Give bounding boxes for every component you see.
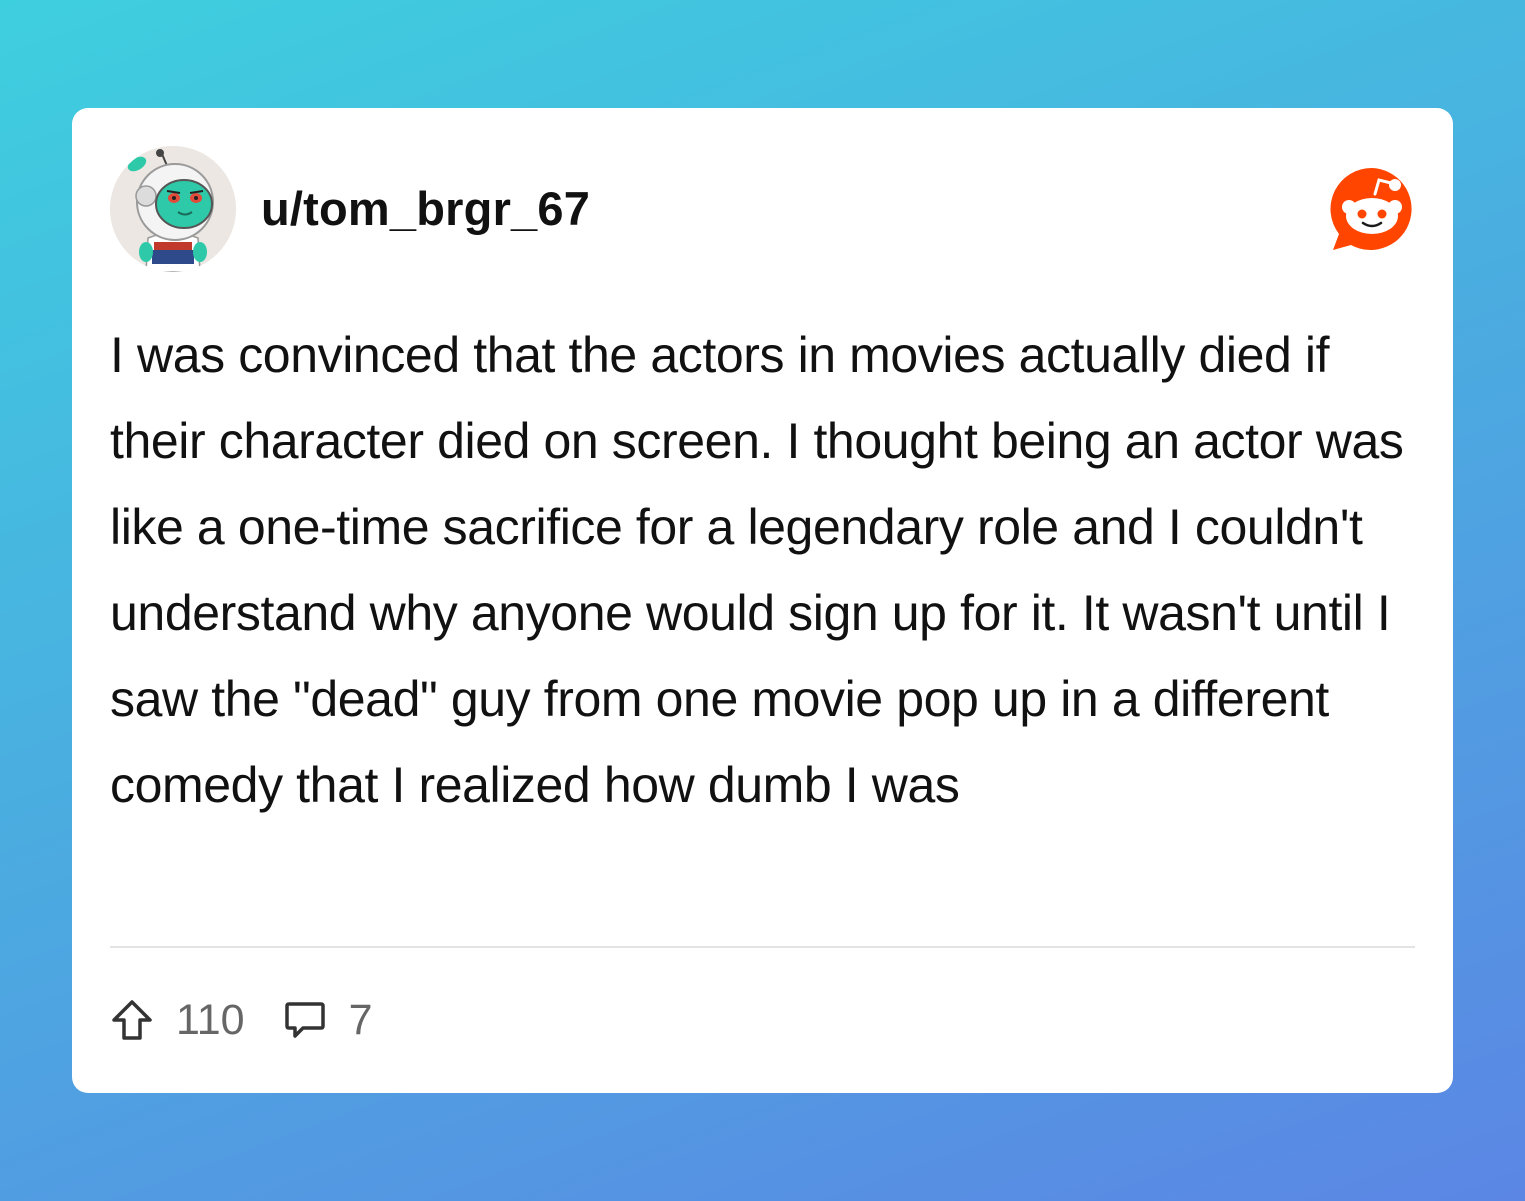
post-card[interactable]: u/tom_brgr_67 I was convinced that the a… (72, 108, 1453, 1093)
upvote-count: 110 (176, 995, 245, 1044)
post-footer: 110 7 (110, 992, 372, 1048)
comments-button[interactable]: 7 (283, 995, 373, 1045)
reddit-logo-icon (1329, 166, 1415, 252)
comment-bubble-icon (284, 1002, 325, 1038)
upvote-button[interactable]: 110 (110, 996, 245, 1045)
snoo-astronaut-avatar-icon (110, 146, 236, 272)
comment-count: 7 (348, 995, 373, 1044)
user-avatar[interactable] (110, 146, 236, 272)
post-body: I was convinced that the actors in movie… (110, 327, 1404, 813)
post-header: u/tom_brgr_67 (110, 146, 1415, 272)
username[interactable]: u/tom_brgr_67 (261, 184, 590, 234)
divider (110, 946, 1415, 948)
upvote-arrow-icon (112, 1000, 152, 1040)
